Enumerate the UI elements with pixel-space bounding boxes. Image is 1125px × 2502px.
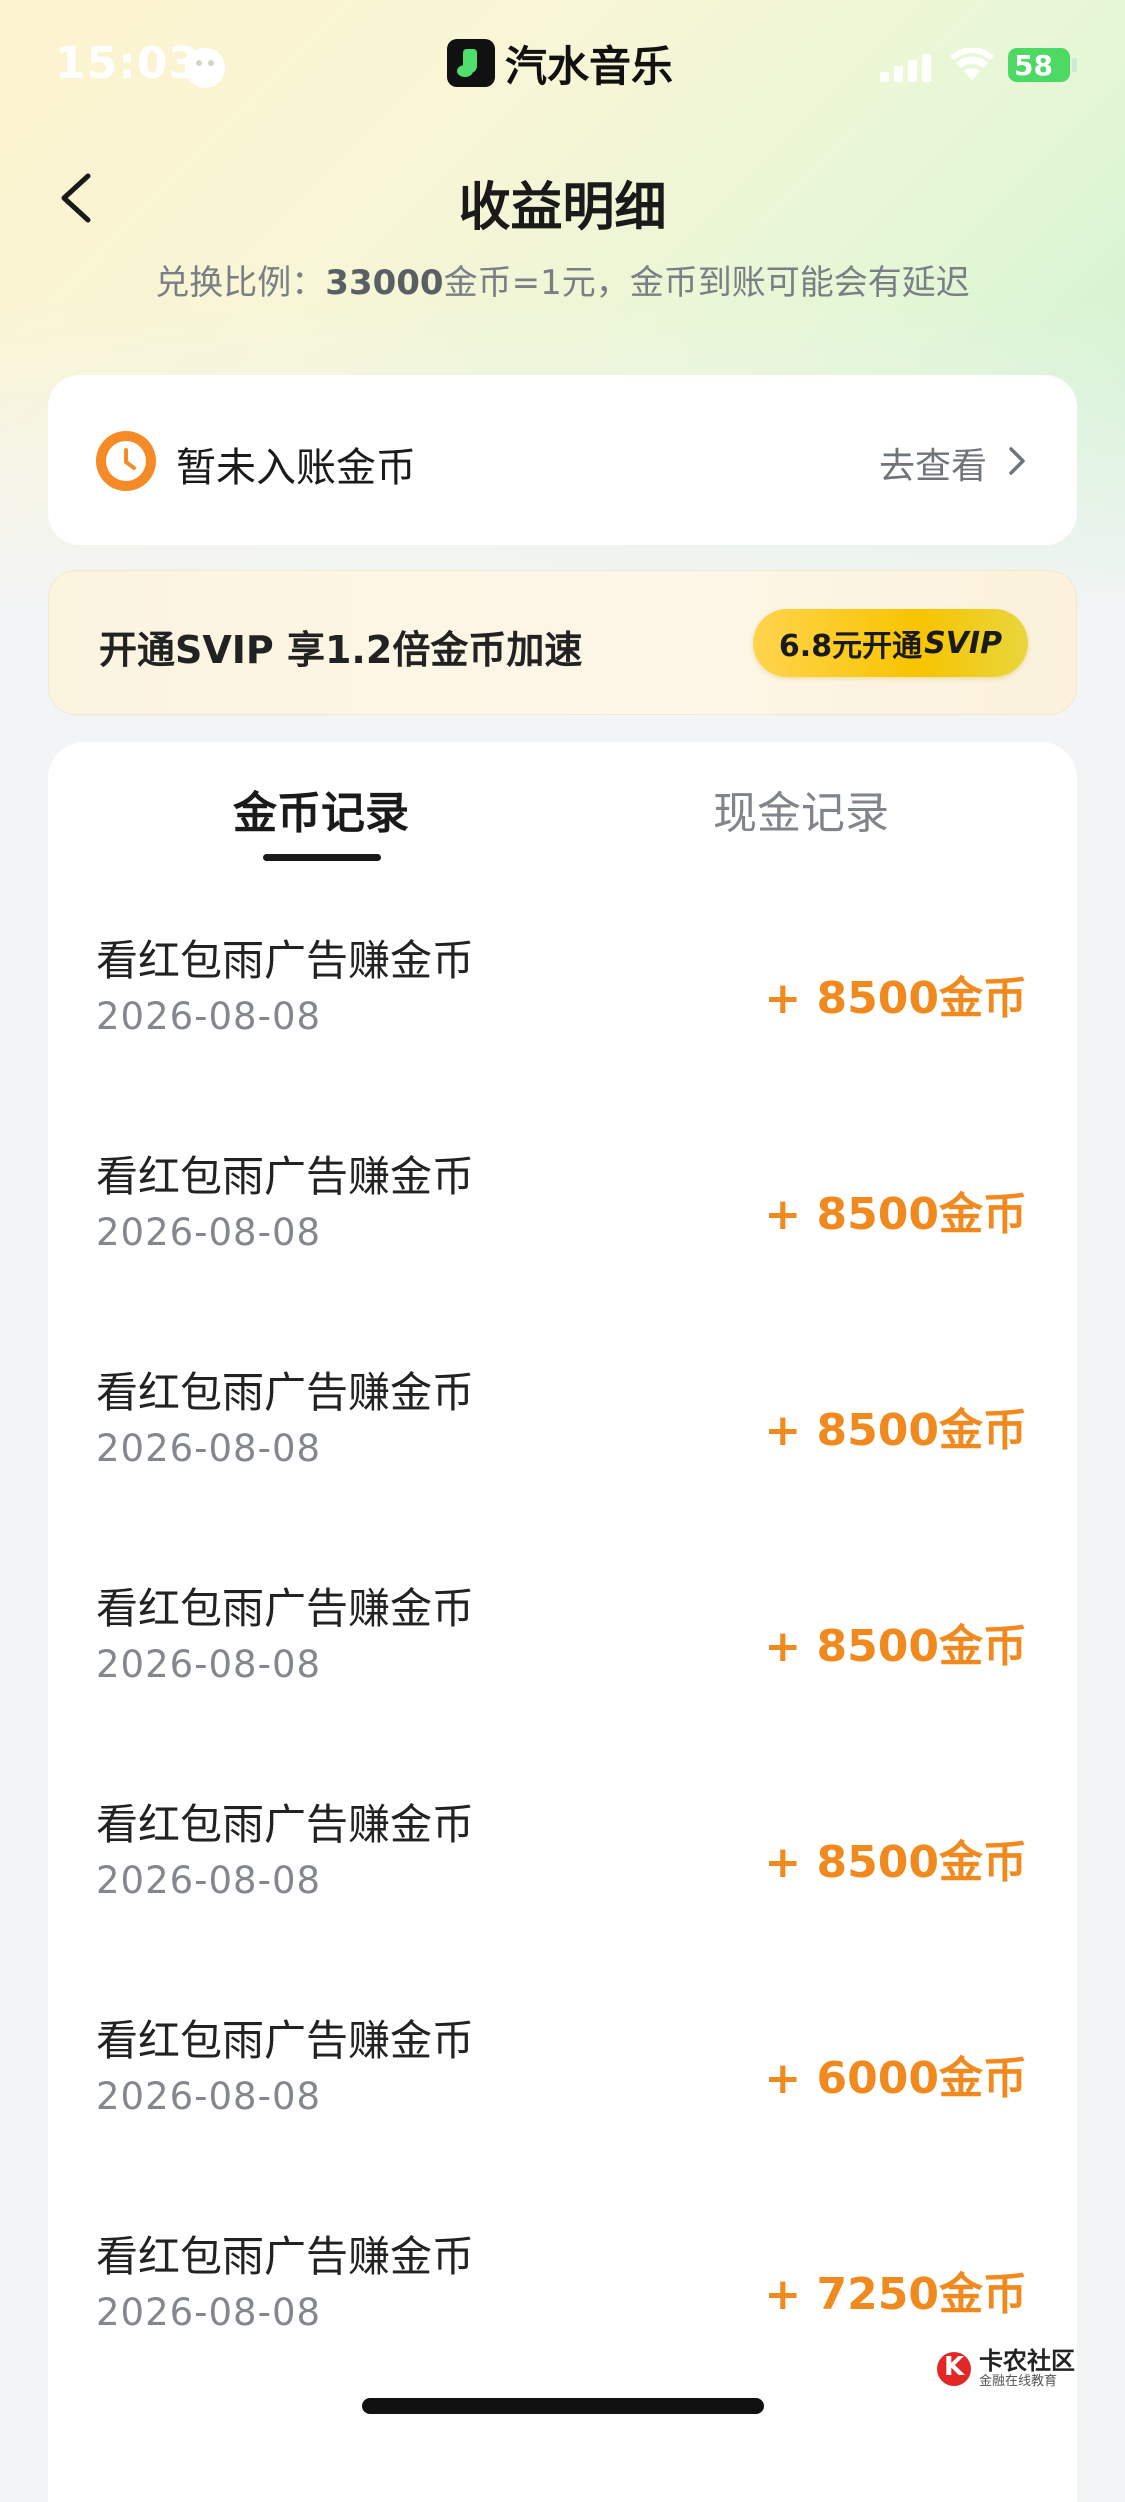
subtitle-prefix: 兑换比例：: [155, 263, 326, 303]
record-date: 2026-08-08: [96, 2291, 322, 2334]
record-amount: + 8500金币: [764, 973, 1027, 1024]
view-pending-link[interactable]: 去查看: [879, 437, 987, 489]
cellular-signal-icon: [880, 52, 931, 82]
record-title: 看红包雨广告赚金币: [96, 1584, 475, 1633]
battery-level: 58: [1014, 48, 1053, 82]
battery-indicator: 58: [1008, 48, 1070, 82]
chevron-right-icon: [1009, 447, 1025, 475]
watermark-sub: 金融在线教育: [979, 2374, 1058, 2389]
pending-coins-card[interactable]: 暂未入账金币 去查看: [48, 375, 1077, 545]
record-amount: + 8500金币: [764, 1405, 1027, 1456]
svip-promo-banner: 开通SVIP 享1.2倍金币加速 6.8元开通 SVIP: [48, 570, 1077, 715]
watermark-text: 卡农社区 金融在线教育: [979, 2348, 1075, 2390]
list-item: 看红包雨广告赚金币 2026-08-08 + 8500金币: [48, 1791, 1077, 2007]
clock-icon: [96, 431, 156, 491]
record-date: 2026-08-08: [96, 2075, 322, 2118]
app-name: 汽水音乐: [505, 41, 674, 91]
record-date: 2026-08-08: [96, 1859, 322, 1902]
record-amount: + 6000金币: [764, 2053, 1027, 2104]
record-date: 2026-08-08: [96, 995, 322, 1038]
record-date: 2026-08-08: [96, 1211, 322, 1254]
page-title: 收益明细: [458, 178, 667, 238]
open-svip-button[interactable]: 6.8元开通 SVIP: [753, 609, 1028, 677]
list-item: 看红包雨广告赚金币 2026-08-08 + 8500金币: [48, 1143, 1077, 1359]
list-item: 看红包雨广告赚金币 2026-08-08 + 8500金币: [48, 927, 1077, 1143]
record-title: 看红包雨广告赚金币: [96, 1152, 475, 1201]
status-time: 15:03: [55, 38, 201, 89]
pending-coins-label: 暂未入账金币: [176, 445, 416, 491]
smiley-icon: [185, 48, 225, 88]
svip-button-price: 6.8元开通: [778, 629, 923, 664]
battery-tip: [1072, 58, 1077, 72]
wifi-icon: [950, 48, 994, 80]
records-card: 金币记录 现金记录 看红包雨广告赚金币 2026-08-08 + 8500金币 …: [48, 742, 1077, 2502]
svip-button-brand: SVIP: [924, 625, 1003, 661]
list-item: 看红包雨广告赚金币 2026-08-08 + 6000金币: [48, 2007, 1077, 2223]
app-logo-icon: [447, 39, 495, 87]
watermark-logo-icon: [935, 2350, 973, 2388]
record-amount: + 8500金币: [764, 1837, 1027, 1888]
subtitle-suffix: 金币=1元，金币到账可能会有延迟: [443, 263, 970, 303]
svip-promo-text: 开通SVIP 享1.2倍金币加速: [99, 628, 583, 672]
record-amount: + 8500金币: [764, 1621, 1027, 1672]
record-date: 2026-08-08: [96, 1643, 322, 1686]
record-title: 看红包雨广告赚金币: [96, 2232, 475, 2281]
app-title: 汽水音乐: [447, 38, 673, 91]
list-item: 看红包雨广告赚金币 2026-08-08 + 8500金币: [48, 1359, 1077, 1575]
record-title: 看红包雨广告赚金币: [96, 1368, 475, 1417]
record-title: 看红包雨广告赚金币: [96, 936, 475, 985]
home-indicator[interactable]: [362, 2398, 764, 2414]
watermark-main: 卡农社区: [979, 2347, 1075, 2375]
record-amount: + 7250金币: [764, 2269, 1027, 2320]
tab-coin-records[interactable]: 金币记录: [233, 777, 409, 841]
subtitle-ratio: 33000: [325, 263, 444, 303]
exchange-ratio-text: 兑换比例：33000金币=1元，金币到账可能会有延迟: [0, 255, 1125, 304]
record-title: 看红包雨广告赚金币: [96, 1800, 475, 1849]
list-item: 看红包雨广告赚金币 2026-08-08 + 8500金币: [48, 1575, 1077, 1791]
watermark: 卡农社区 金融在线教育: [935, 2348, 1075, 2390]
active-tab-indicator: [263, 854, 381, 861]
status-bar: 15:03 汽水音乐 58: [0, 0, 1125, 135]
record-date: 2026-08-08: [96, 1427, 322, 1470]
tab-cash-records[interactable]: 现金记录: [713, 777, 889, 841]
record-amount: + 8500金币: [764, 1189, 1027, 1240]
record-title: 看红包雨广告赚金币: [96, 2016, 475, 2065]
